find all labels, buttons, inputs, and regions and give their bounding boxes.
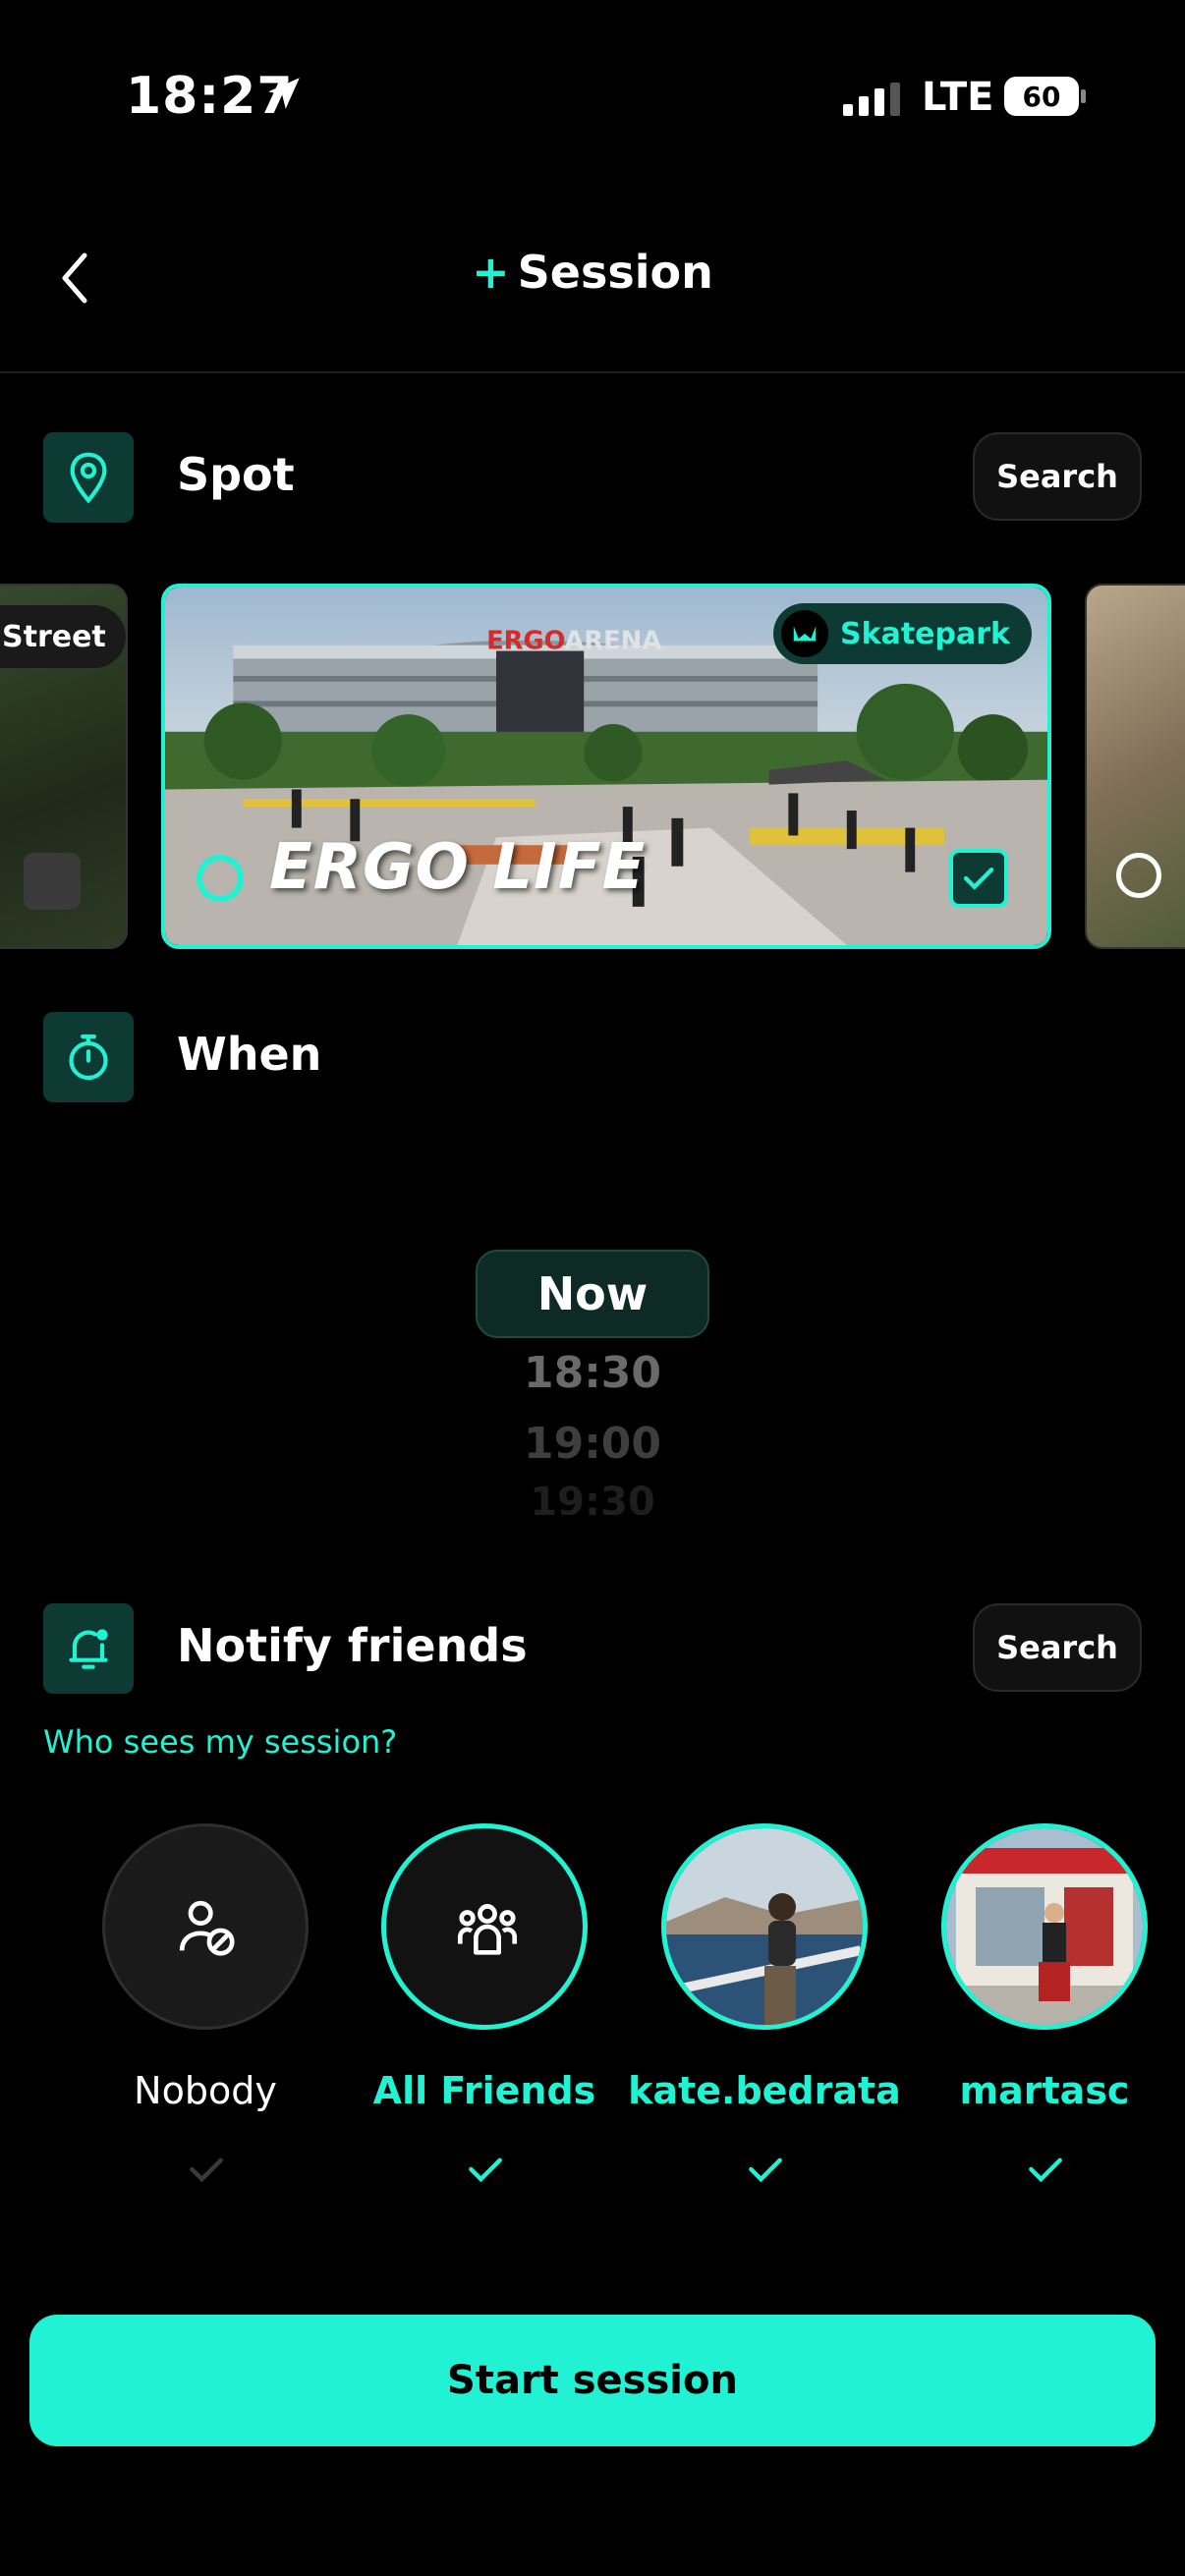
spot-section-title: Spot [177,448,295,501]
spot-type-badge: Street [0,605,126,668]
friend-photo [946,1828,1143,2025]
friend-name: martasc [959,2069,1130,2112]
time-option[interactable]: 19:30 [0,1480,1185,1515]
friend-photo [666,1828,863,2025]
spot-radio-selected[interactable] [197,855,244,902]
friends-selector: Nobody All Friends kate.bedrata martasc [0,1823,1185,2197]
time-option-selected[interactable]: Now [476,1250,709,1338]
network-type: LTE [922,75,994,120]
user-blocked-icon [179,1900,235,1956]
group-icon [457,1904,518,1955]
battery-level: 60 [1023,81,1061,113]
time-option[interactable]: 18:30 [0,1348,1185,1398]
check-icon [1029,2157,1062,2183]
checkmark-icon [963,868,994,890]
start-session-button[interactable]: Start session [29,2315,1156,2446]
friend-name: kate.bedrata [628,2069,901,2112]
time-option[interactable]: 19:00 [0,1419,1185,1469]
nav-header: + Session [0,216,1185,373]
spot-checkbox-checked[interactable] [949,849,1008,908]
stopwatch-icon [43,1012,134,1102]
avatar [941,1823,1148,2030]
location-pin-icon [43,432,134,523]
spot-card-selected[interactable]: ERGO ARENA Skatepark ERGO LIFE [161,584,1051,949]
skatepark-icon [781,610,829,657]
check-icon [749,2157,782,2183]
spot-name: ERGO LIFE [269,831,647,904]
spot-carousel[interactable]: Street ERGO ARENA Skatepark ERGO LIFE [0,580,1185,953]
avatar [381,1823,588,2030]
spot-search-button[interactable]: Search [973,432,1142,521]
signal-icon [843,83,900,116]
who-sees-link[interactable]: Who sees my session? [43,1723,397,1761]
avatar [661,1823,868,2030]
when-section-title: When [177,1028,322,1081]
friend-name: Nobody [134,2069,277,2112]
check-icon [469,2157,502,2183]
spot-card-street[interactable]: Street [0,584,128,949]
time-picker[interactable]: Now 18:30 19:00 19:30 [0,1238,1185,1533]
battery-icon: 60 [1004,77,1086,116]
svg-text:ERGO: ERGO [486,627,565,656]
spot-card-next[interactable] [1085,584,1185,949]
spot-checkbox[interactable] [24,853,81,910]
avatar [102,1823,309,2030]
friends-search-button[interactable]: Search [973,1603,1142,1692]
spot-radio[interactable] [1116,853,1161,898]
check-icon [190,2157,223,2183]
status-bar: 18:27 LTE 60 [0,0,1185,196]
location-arrow-icon [268,78,300,109]
page-title-text: Session [517,246,713,299]
spot-type-label: Skatepark [840,616,1010,651]
notify-section-title: Notify friends [177,1619,528,1672]
spot-type-badge-skatepark: Skatepark [773,603,1032,664]
plus-icon: + [472,246,510,299]
svg-text:ARENA: ARENA [564,627,661,656]
friend-name: All Friends [372,2069,596,2112]
bell-icon [43,1603,134,1694]
page-title: + Session [0,246,1185,299]
